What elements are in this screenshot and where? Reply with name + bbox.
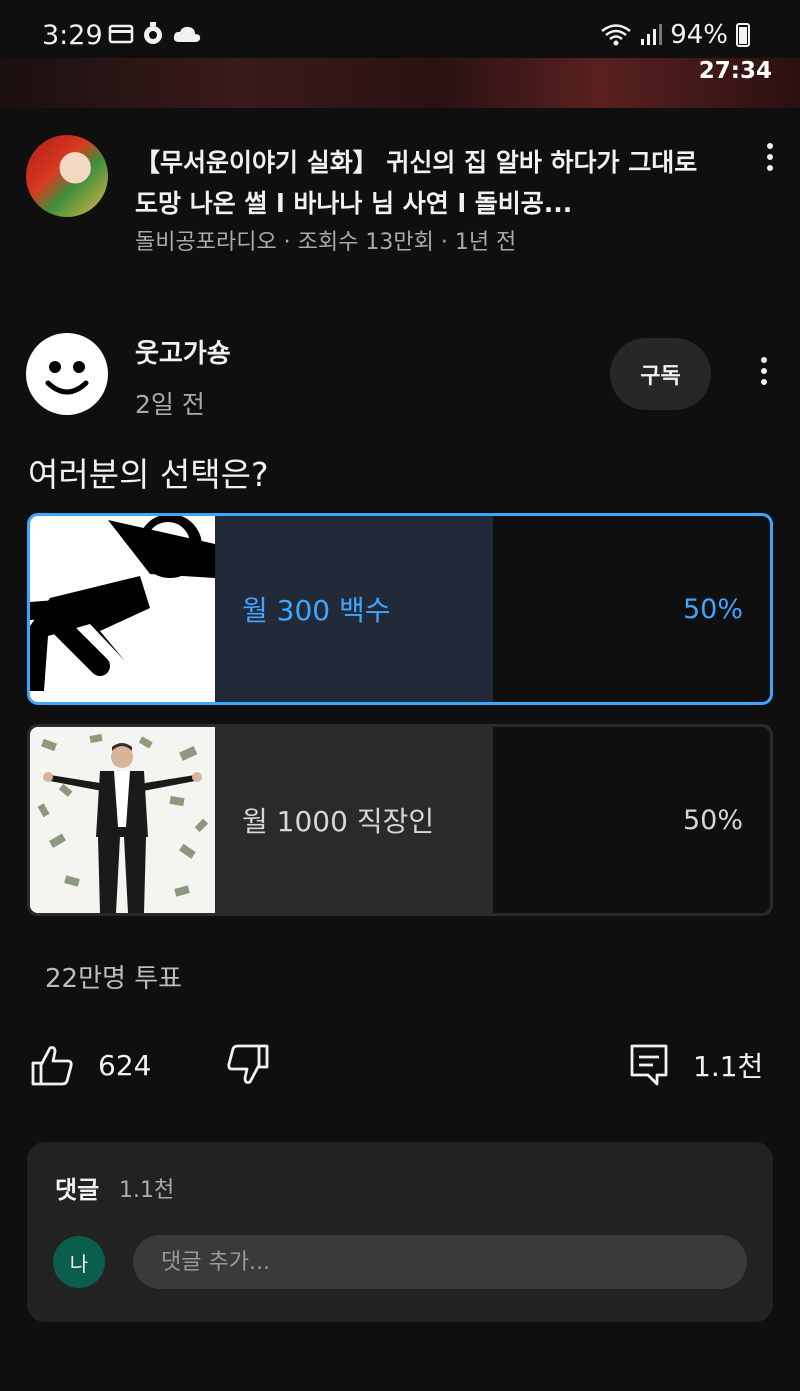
like-count: 624: [98, 1048, 152, 1082]
channel-name[interactable]: 웃고가숑: [135, 333, 231, 370]
post-time: 2일 전: [135, 390, 205, 419]
location-icon: [144, 22, 162, 44]
smiley-icon: [45, 361, 89, 395]
poll-option-2[interactable]: 월 1000 직장인 50%: [27, 724, 773, 916]
battery-percent: 94%: [670, 20, 728, 50]
video-meta: 돌비공포라디오 · 조회수 13만회 · 1년 전: [135, 230, 517, 255]
comment-icon: [630, 1044, 668, 1086]
post-more-icon[interactable]: [761, 357, 767, 385]
video-duration: 27:34: [698, 58, 772, 84]
poll-option-1[interactable]: 월 300 백수 50%: [27, 513, 773, 705]
comment-input[interactable]: [133, 1235, 747, 1289]
status-time: 3:29: [42, 20, 103, 51]
comments-count: 1.1천: [119, 1178, 175, 1203]
poll-option-2-label: 월 1000 직장인: [242, 805, 435, 838]
poll-option-1-percent: 50%: [682, 593, 743, 625]
battery-icon: [736, 23, 750, 47]
subscribe-button[interactable]: 구독: [610, 338, 711, 410]
video-more-icon[interactable]: [767, 143, 773, 171]
comments-title: 댓글: [55, 1176, 100, 1204]
poll-option-1-image: [30, 516, 215, 702]
video-title[interactable]: 【무서운이야기 실화】 귀신의 집 알바 하다가 그대로 도망 나온 썰 l 바…: [135, 142, 725, 224]
comments-section[interactable]: 댓글 1.1천 나: [27, 1142, 773, 1322]
thumbs-up-icon: [31, 1046, 73, 1086]
wifi-icon: [601, 24, 631, 46]
poll-option-2-image: [30, 727, 215, 913]
channel-avatar[interactable]: [26, 333, 108, 415]
status-right: 94%: [600, 20, 750, 50]
comment-count: 1.1천: [693, 1050, 764, 1083]
card-icon: [108, 24, 134, 44]
poll-option-1-label: 월 300 백수: [242, 594, 391, 627]
status-icons: [108, 22, 202, 46]
signal-icon: [641, 24, 663, 45]
like-button[interactable]: 624: [30, 1035, 151, 1095]
dislike-button[interactable]: [226, 1035, 270, 1095]
cloud-icon: [173, 26, 201, 42]
vote-count: 22만명 투표: [45, 964, 183, 994]
thumbs-down-icon: [227, 1044, 269, 1084]
video-channel-avatar[interactable]: [26, 135, 108, 217]
post-question: 여러분의 선택은?: [28, 455, 269, 494]
mini-player[interactable]: 27:34: [0, 58, 800, 108]
comments-button[interactable]: 1.1천: [629, 1035, 763, 1095]
poll-option-2-percent: 50%: [682, 804, 743, 836]
user-avatar: 나: [53, 1236, 105, 1288]
status-bar: 3:29 94%: [0, 0, 800, 60]
